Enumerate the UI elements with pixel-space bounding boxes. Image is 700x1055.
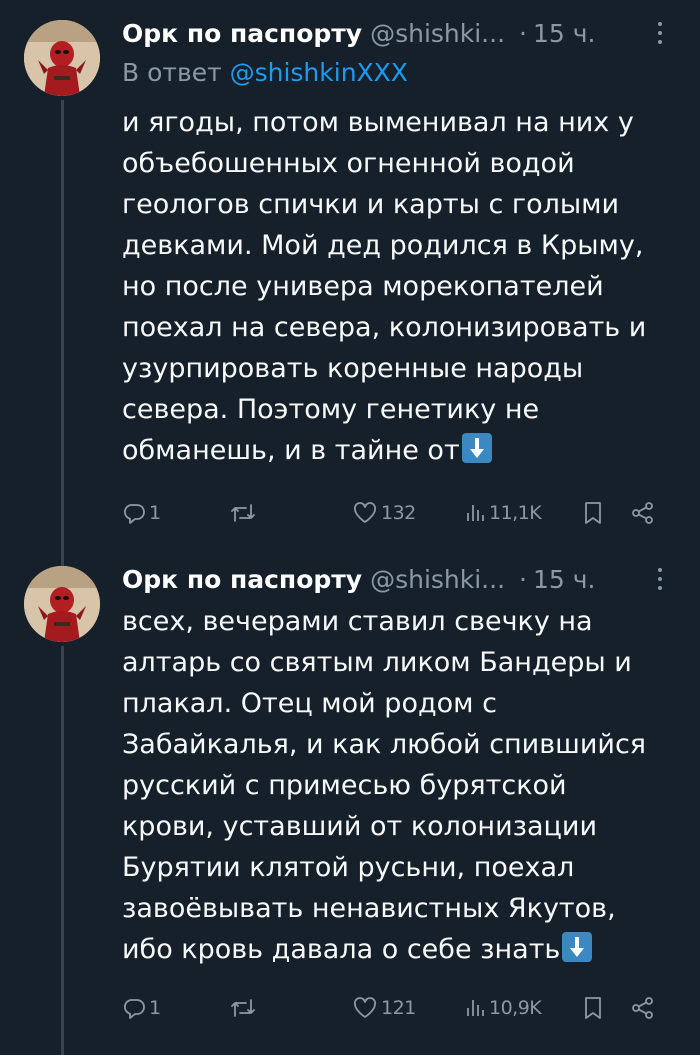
retweet-button[interactable] [230, 993, 259, 1023]
timestamp[interactable]: 15 ч. [533, 19, 595, 48]
bookmark-icon [585, 997, 601, 1019]
action-bar: 1 132 11,1K [122, 498, 664, 528]
thread-line [61, 100, 64, 550]
more-dots-icon[interactable] [650, 20, 670, 46]
views-count: 11,1K [489, 502, 542, 524]
action-bar: 1 121 10,9K [122, 993, 664, 1023]
thread-line-top [61, 550, 64, 566]
share-button[interactable] [630, 498, 656, 528]
heart-icon [354, 502, 376, 523]
share-button[interactable] [630, 993, 656, 1023]
thread-line [61, 646, 64, 1055]
views-button[interactable]: 11,1K [464, 498, 542, 528]
share-icon [632, 502, 653, 524]
like-button[interactable]: 121 [352, 993, 416, 1023]
retweet-button[interactable] [230, 498, 259, 528]
reply-count: 1 [149, 997, 161, 1019]
bookmark-button[interactable] [582, 498, 604, 528]
timestamp[interactable]: 15 ч. [533, 565, 595, 594]
reply-icon [123, 999, 145, 1019]
like-button[interactable]: 132 [352, 498, 416, 528]
views-chart-icon [467, 505, 484, 521]
avatar-image [24, 20, 100, 96]
reply-button[interactable]: 1 [122, 993, 161, 1023]
reply-context: В ответ @shishkinXXX [122, 58, 408, 87]
reply-icon [123, 504, 145, 524]
tweet-text-content: всех, вечерами ставил свечку на алтарь с… [122, 606, 647, 965]
retweet-icon [231, 504, 255, 522]
tweet-text: всех, вечерами ставил свечку на алтарь с… [122, 601, 664, 970]
views-chart-icon [467, 1000, 484, 1016]
views-button[interactable]: 10,9K [464, 993, 542, 1023]
reply-count: 1 [149, 502, 161, 524]
heart-icon [354, 997, 376, 1018]
tweet-header: Орк по паспорту @shishki... · 15 ч. [122, 16, 670, 50]
display-name[interactable]: Орк по паспорту [122, 565, 362, 594]
bookmark-button[interactable] [582, 993, 604, 1023]
avatar[interactable] [24, 20, 100, 96]
reply-handle-link[interactable]: @shishkinXXX [230, 58, 408, 87]
reply-button[interactable]: 1 [122, 498, 161, 528]
tweet[interactable]: Орк по паспорту @shishki... · 15 ч. всех… [0, 550, 700, 1055]
separator-dot: · [519, 564, 527, 594]
display-name[interactable]: Орк по паспорту [122, 19, 362, 48]
tweet-text-content: и ягоды, потом выменивал на них у объебо… [122, 107, 647, 466]
tweet-text: и ягоды, потом выменивал на них у объебо… [122, 102, 664, 471]
views-count: 10,9K [489, 997, 542, 1019]
separator-dot: · [519, 18, 527, 48]
tweet-header: Орк по паспорту @shishki... · 15 ч. [122, 562, 670, 596]
down-arrow-emoji [562, 932, 593, 962]
share-icon [632, 997, 653, 1019]
reply-prefix: В ответ [122, 58, 230, 87]
user-handle[interactable]: @shishki... [370, 19, 505, 48]
avatar-image [24, 566, 100, 642]
down-arrow-emoji [461, 433, 492, 463]
user-handle[interactable]: @shishki... [370, 565, 505, 594]
bookmark-icon [585, 502, 601, 524]
like-count: 121 [381, 997, 416, 1019]
retweet-icon [231, 999, 255, 1017]
more-dots-icon[interactable] [650, 566, 670, 592]
tweet[interactable]: Орк по паспорту @shishki... · 15 ч. В от… [0, 0, 700, 550]
avatar[interactable] [24, 566, 100, 642]
like-count: 132 [381, 502, 416, 524]
